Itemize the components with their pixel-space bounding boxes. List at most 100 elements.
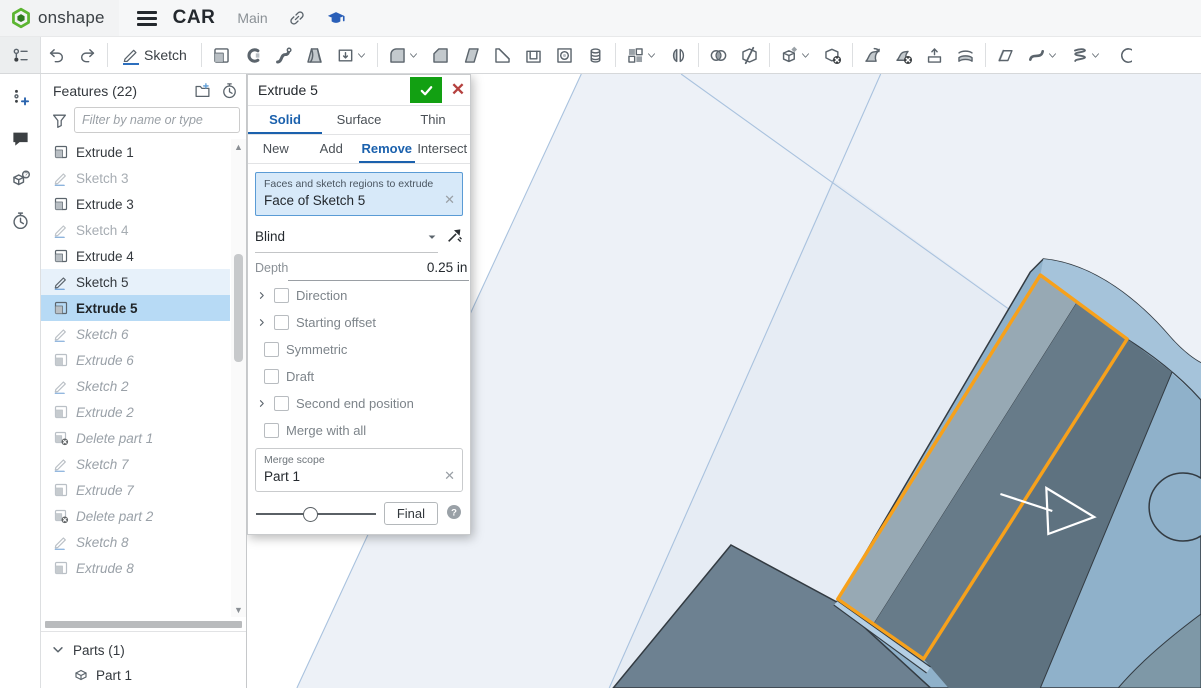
end-condition-dropdown[interactable]: Blind <box>255 222 438 253</box>
checkbox[interactable] <box>264 423 279 438</box>
feature-item[interactable]: Sketch 4 <box>41 217 230 243</box>
toolbar-delete-part-button[interactable] <box>817 37 848 73</box>
feature-item[interactable]: Extrude 7 <box>41 477 230 503</box>
cancel-button[interactable]: ✕ <box>446 77 470 103</box>
chevron-right-icon[interactable] <box>257 290 267 301</box>
chevron-down-icon[interactable] <box>646 50 657 61</box>
feature-item[interactable]: Extrude 3 <box>41 191 230 217</box>
filter-input[interactable] <box>74 107 240 133</box>
toolbar-feature-list-toggle-button[interactable] <box>0 37 41 73</box>
rail-comment-button[interactable] <box>11 129 30 148</box>
toolbar-shell-button[interactable] <box>518 37 549 73</box>
depth-input[interactable] <box>288 255 470 281</box>
toolbar-undo-button[interactable] <box>41 37 72 73</box>
rail-insert-plus-button[interactable] <box>11 88 30 107</box>
part-list-item[interactable]: Part 1 <box>41 662 246 688</box>
toolbar-chamfer-button[interactable] <box>425 37 456 73</box>
toolbar-offset-surface-button[interactable] <box>950 37 981 73</box>
merge-scope-field[interactable]: Merge scope Part 1 ✕ <box>255 448 463 492</box>
toolbar-mirror-button[interactable] <box>663 37 694 73</box>
flip-direction-button[interactable] <box>446 227 463 247</box>
final-button[interactable]: Final <box>383 502 438 525</box>
toolbar-redo-button[interactable] <box>72 37 103 73</box>
toolbar-move-face-button[interactable] <box>857 37 888 73</box>
feature-item[interactable]: Delete part 1 <box>41 425 230 451</box>
chevron-down-icon[interactable] <box>1090 50 1101 61</box>
feature-item[interactable]: Extrude 4 <box>41 243 230 269</box>
feature-item[interactable]: Sketch 2 <box>41 373 230 399</box>
chevron-right-icon[interactable] <box>257 317 267 328</box>
onshape-logo[interactable]: onshape <box>0 0 119 36</box>
selection-field[interactable]: Faces and sketch regions to extrude Face… <box>255 172 463 216</box>
checkbox[interactable] <box>264 369 279 384</box>
feature-item[interactable]: Extrude 5 <box>41 295 230 321</box>
feature-item[interactable]: Extrude 8 <box>41 555 230 581</box>
tab-solid[interactable]: Solid <box>248 106 322 134</box>
toolbar-loft-button[interactable] <box>299 37 330 73</box>
rail-featurescript-help-button[interactable]: ? <box>11 170 30 189</box>
scroll-down-icon[interactable]: ▼ <box>231 602 246 617</box>
chevron-down-icon[interactable] <box>356 50 367 61</box>
toolbar-delete-face-button[interactable] <box>888 37 919 73</box>
tab-thin[interactable]: Thin <box>396 106 470 134</box>
chevron-down-icon[interactable] <box>408 50 419 61</box>
scrollbar-thumb[interactable] <box>234 254 243 362</box>
feature-item[interactable]: Sketch 8 <box>41 529 230 555</box>
help-icon[interactable]: ? <box>446 504 462 523</box>
preview-slider-handle[interactable] <box>302 506 318 522</box>
toolbar-boolean-button[interactable] <box>703 37 734 73</box>
share-link-icon[interactable] <box>288 9 306 27</box>
rollback-bar[interactable] <box>45 620 242 628</box>
rail-stopwatch-button[interactable] <box>11 211 30 230</box>
document-menu-icon[interactable] <box>136 8 157 29</box>
new-folder-icon[interactable] <box>194 82 211 99</box>
toolbar-thicken-button[interactable] <box>330 37 373 73</box>
toolbar-sweep-button[interactable] <box>268 37 299 73</box>
toolbar-split-button[interactable] <box>734 37 765 73</box>
feature-item[interactable]: Extrude 1 <box>41 139 230 165</box>
accept-button[interactable] <box>410 77 442 103</box>
toolbar-rib-button[interactable] <box>487 37 518 73</box>
workspace-name[interactable]: Main <box>237 10 267 26</box>
tab-surface[interactable]: Surface <box>322 106 396 134</box>
toolbar-replace-face-button[interactable] <box>919 37 950 73</box>
checkbox[interactable] <box>274 396 289 411</box>
chevron-down-icon[interactable] <box>800 50 811 61</box>
chevron-down-icon[interactable] <box>1047 50 1058 61</box>
feature-statistics-icon[interactable] <box>221 82 238 99</box>
tab-new[interactable]: New <box>248 135 304 163</box>
toolbar-transform-button[interactable] <box>774 37 817 73</box>
chevron-right-icon[interactable] <box>257 398 267 409</box>
feature-item[interactable]: Sketch 3 <box>41 165 230 191</box>
toolbar-draft-button[interactable] <box>456 37 487 73</box>
toolbar-revolve-button[interactable] <box>237 37 268 73</box>
toolbar-plane-button[interactable] <box>990 37 1021 73</box>
feature-list-scrollbar[interactable]: ▲ ▼ <box>231 139 246 617</box>
toolbar-thread-button[interactable] <box>580 37 611 73</box>
feature-item[interactable]: Extrude 6 <box>41 347 230 373</box>
feature-item[interactable]: Sketch 7 <box>41 451 230 477</box>
checkbox[interactable] <box>274 315 289 330</box>
scroll-up-icon[interactable]: ▲ <box>231 139 246 154</box>
checkbox[interactable] <box>264 342 279 357</box>
toolbar-sketch-button[interactable]: Sketch <box>112 37 197 73</box>
checkbox[interactable] <box>274 288 289 303</box>
toolbar-fillet-button[interactable] <box>382 37 425 73</box>
toolbar-curve-button[interactable] <box>1107 37 1138 73</box>
clear-selection-icon[interactable]: ✕ <box>444 192 455 208</box>
feature-item[interactable]: Sketch 6 <box>41 321 230 347</box>
feature-item[interactable]: Extrude 2 <box>41 399 230 425</box>
toolbar-linear-pattern-button[interactable] <box>620 37 663 73</box>
clear-merge-scope-icon[interactable]: ✕ <box>444 468 455 484</box>
tab-intersect[interactable]: Intersect <box>415 135 471 163</box>
toolbar-helix-button[interactable] <box>1064 37 1107 73</box>
toolbar-hole-button[interactable] <box>549 37 580 73</box>
feature-item[interactable]: Delete part 2 <box>41 503 230 529</box>
learning-center-icon[interactable] <box>326 8 346 28</box>
toolbar-fill-surface-button[interactable] <box>1021 37 1064 73</box>
parts-section-header[interactable]: Parts (1) <box>41 638 246 662</box>
tab-add[interactable]: Add <box>304 135 360 163</box>
tab-remove[interactable]: Remove <box>359 135 415 163</box>
preview-slider[interactable] <box>256 506 376 522</box>
feature-item[interactable]: Sketch 5 <box>41 269 230 295</box>
